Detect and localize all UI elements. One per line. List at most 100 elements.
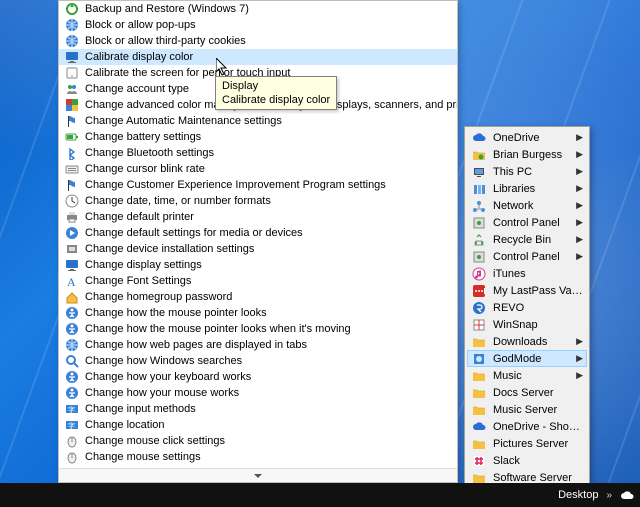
menu-item[interactable]: Network▶ — [467, 197, 587, 214]
godmode-item-label: Change location — [85, 419, 165, 431]
menu-item-label: Slack — [493, 455, 583, 467]
menu-item-label: Control Panel — [493, 217, 569, 229]
menu-item-label: Downloads — [493, 336, 569, 348]
color-icon — [65, 98, 79, 112]
menu-item[interactable]: GodMode ▶ — [467, 350, 587, 367]
godmode-item-label: Backup and Restore (Windows 7) — [85, 3, 249, 15]
godmode-item[interactable]: Change location — [59, 417, 457, 433]
globe-icon — [65, 18, 79, 32]
godmode-item-label: Change input methods — [85, 403, 196, 415]
access-icon — [65, 306, 79, 320]
menu-item-label: WinSnap — [493, 319, 583, 331]
godmode-item[interactable]: Calibrate display color — [59, 49, 457, 65]
menu-item[interactable]: iTunes — [467, 265, 587, 282]
godmode-item-label: Change default printer — [85, 211, 194, 223]
godmode-item-label: Block or allow third-party cookies — [85, 35, 246, 47]
submenu-arrow-icon: ▶ — [575, 132, 583, 143]
godmode-icon — [471, 351, 487, 367]
godmode-item[interactable]: Change battery settings — [59, 129, 457, 145]
menu-item[interactable]: Downloads ▶ — [467, 333, 587, 350]
godmode-item[interactable]: Block or allow pop-ups — [59, 17, 457, 33]
scroll-down-button[interactable] — [59, 468, 457, 482]
submenu-arrow-icon: ▶ — [575, 353, 583, 364]
godmode-item[interactable]: Change input methods — [59, 401, 457, 417]
menu-item[interactable]: WinSnap — [467, 316, 587, 333]
menu-item[interactable]: This PC▶ — [467, 163, 587, 180]
godmode-item[interactable]: Change how your keyboard works — [59, 369, 457, 385]
chevron-up-icon[interactable]: » — [606, 490, 612, 501]
cloud-icon — [471, 419, 487, 435]
lastpass-icon — [471, 283, 487, 299]
menu-item[interactable]: Recycle Bin▶ — [467, 231, 587, 248]
godmode-item[interactable]: Change how the mouse pointer looks — [59, 305, 457, 321]
menu-item[interactable]: OneDrive - Shortcut — [467, 418, 587, 435]
tooltip-title: Display — [222, 79, 330, 93]
device-icon — [65, 242, 79, 256]
battery-icon — [65, 130, 79, 144]
godmode-item[interactable]: Backup and Restore (Windows 7) — [59, 1, 457, 17]
flag-icon — [65, 114, 79, 128]
media-icon — [65, 226, 79, 240]
folder-icon — [471, 385, 487, 401]
godmode-item-label: Change how Windows searches — [85, 355, 242, 367]
godmode-item-label: Change Font Settings — [85, 275, 191, 287]
godmode-item[interactable]: Change Bluetooth settings — [59, 145, 457, 161]
menu-item[interactable]: Slack — [467, 452, 587, 469]
godmode-item-label: Change how the mouse pointer looks when … — [85, 323, 351, 335]
godmode-item[interactable]: Change Customer Experience Improvement P… — [59, 177, 457, 193]
godmode-item[interactable]: Change mouse click settings — [59, 433, 457, 449]
menu-item[interactable]: Pictures Server — [467, 435, 587, 452]
clock-icon — [65, 194, 79, 208]
onedrive-tray-icon[interactable] — [620, 488, 634, 502]
godmode-item[interactable]: Change cursor blink rate — [59, 161, 457, 177]
submenu-arrow-icon: ▶ — [575, 149, 583, 160]
godmode-item[interactable]: Change Automatic Maintenance settings — [59, 113, 457, 129]
submenu-arrow-icon: ▶ — [575, 370, 583, 381]
menu-item[interactable]: My LastPass Vault — [467, 282, 587, 299]
godmode-item[interactable]: Change how the mouse pointer looks when … — [59, 321, 457, 337]
menu-item[interactable]: Music Server — [467, 401, 587, 418]
godmode-item[interactable]: Change device installation settings — [59, 241, 457, 257]
menu-item-label: Network — [493, 200, 569, 212]
godmode-item-label: Change Bluetooth settings — [85, 147, 214, 159]
menu-item[interactable]: Control Panel ▶ — [467, 214, 587, 231]
godmode-item[interactable]: Change date, time, or number formats — [59, 193, 457, 209]
menu-item[interactable]: Control Panel▶ — [467, 248, 587, 265]
godmode-item[interactable]: Change default printer — [59, 209, 457, 225]
menu-item-label: Pictures Server — [493, 438, 583, 450]
menu-item-label: GodMode — [493, 353, 569, 365]
godmode-item[interactable]: Change how your mouse works — [59, 385, 457, 401]
desktop-toolbar-button[interactable]: Desktop — [558, 489, 598, 501]
menu-item[interactable]: Docs Server — [467, 384, 587, 401]
access-icon — [65, 322, 79, 336]
menu-item[interactable]: Libraries▶ — [467, 180, 587, 197]
godmode-item-label: Change how web pages are displayed in ta… — [85, 339, 307, 351]
godmode-item[interactable]: Change how Windows searches — [59, 353, 457, 369]
godmode-item[interactable]: Change homegroup password — [59, 289, 457, 305]
godmode-item-label: Calibrate display color — [85, 51, 193, 63]
submenu-arrow-icon: ▶ — [575, 217, 583, 228]
godmode-item[interactable]: Change default settings for media or dev… — [59, 225, 457, 241]
recycle-icon — [471, 232, 487, 248]
menu-item[interactable]: REVO — [467, 299, 587, 316]
godmode-item[interactable]: Change how web pages are displayed in ta… — [59, 337, 457, 353]
backup-icon — [65, 2, 79, 16]
godmode-item-label: Block or allow pop-ups — [85, 19, 196, 31]
godmode-item[interactable]: Block or allow third-party cookies — [59, 33, 457, 49]
menu-item-label: REVO — [493, 302, 583, 314]
menu-item-label: Libraries — [493, 183, 569, 195]
menu-item[interactable]: Brian Burgess▶ — [467, 146, 587, 163]
folder-icon — [471, 334, 487, 350]
globe-icon — [65, 34, 79, 48]
godmode-item[interactable]: Change mouse settings — [59, 449, 457, 465]
menu-item[interactable]: Music▶ — [467, 367, 587, 384]
control-icon — [471, 215, 487, 231]
godmode-item[interactable]: Change display settings — [59, 257, 457, 273]
bluetooth-icon — [65, 146, 79, 160]
godmode-item[interactable]: Change Font Settings — [59, 273, 457, 289]
submenu-arrow-icon: ▶ — [575, 336, 583, 347]
godmode-item-label: Change cursor blink rate — [85, 163, 205, 175]
godmode-item-label: Change default settings for media or dev… — [85, 227, 303, 239]
godmode-panel: Backup and Restore (Windows 7) Block or a… — [58, 0, 458, 483]
menu-item[interactable]: OneDrive▶ — [467, 129, 587, 146]
